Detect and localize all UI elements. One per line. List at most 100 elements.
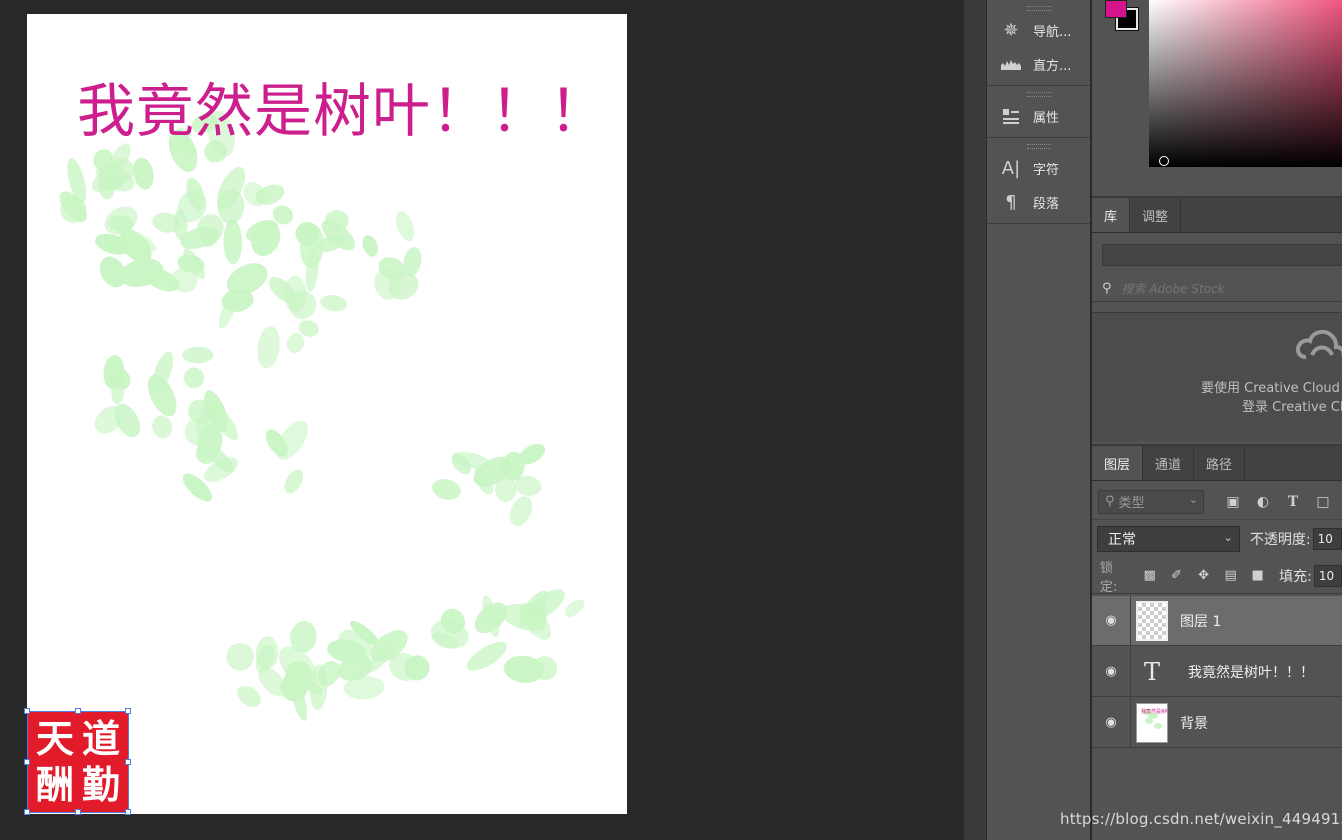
canvas-scroll-gutter (964, 0, 986, 840)
leaf-shape (223, 219, 243, 265)
panel-button-label: 字符 (1033, 162, 1060, 178)
layer-row[interactable]: ◉ 图层 1 (1092, 596, 1342, 646)
lock-pixels-brush-icon[interactable]: ✐ (1163, 568, 1190, 583)
chevron-down-icon: ⌄ (1188, 492, 1198, 506)
transform-handle[interactable] (24, 708, 30, 714)
color-panel (1092, 0, 1342, 198)
lock-label: 锁定: (1100, 560, 1118, 595)
layer-name: 背景 (1180, 715, 1208, 732)
pixel-filter-icon[interactable]: ▣ (1218, 494, 1248, 510)
panel-button-histogram[interactable]: 直方... (987, 47, 1090, 81)
panel-group-properties: 属性 (987, 86, 1090, 138)
transform-bounding-box[interactable] (27, 711, 129, 813)
search-icon: ⚲ (1102, 281, 1112, 296)
panel-button-properties[interactable]: 属性 (987, 99, 1090, 133)
libraries-body: 要使用 Creative Cloud 登录 Creative Clo (1092, 312, 1342, 441)
library-select-dropdown[interactable] (1102, 244, 1342, 266)
cc-message-line2[interactable]: 登录 Creative Clo (1242, 396, 1342, 415)
opacity-input[interactable]: 10 (1312, 528, 1342, 550)
panel-button-character[interactable]: A| 字符 (987, 151, 1090, 185)
canvas-area[interactable]: 我竟然是树叶！！！ 天 道 酬 勤 (0, 0, 964, 840)
right-panel-dock: 库 调整 ⚲ 要使用 Creative Cloud 登录 Creative Cl… (1092, 0, 1342, 840)
leaf-shape (257, 326, 280, 369)
lock-transparency-icon[interactable]: ▩ (1136, 568, 1163, 583)
panel-grip[interactable] (1026, 144, 1051, 149)
transform-handle[interactable] (125, 708, 131, 714)
document-canvas[interactable]: 我竟然是树叶！！！ (27, 14, 627, 814)
transform-handle[interactable] (75, 708, 81, 714)
color-picker-cursor[interactable] (1159, 156, 1169, 166)
text-layer-icon: T (1143, 657, 1160, 686)
tab-channels[interactable]: 通道 (1143, 446, 1195, 480)
panel-grip[interactable] (1026, 6, 1051, 11)
navigator-icon: ✵ (1003, 19, 1019, 41)
collapsed-panel-dock: ✵ 导航... 直方... 属性 A| 字符 ¶ 段落 (986, 0, 1091, 840)
blend-mode-value: 正常 (1108, 532, 1136, 548)
layer-name: 我竟然是树叶！！！ (1188, 664, 1314, 681)
transform-handle[interactable] (125, 809, 131, 815)
lock-artboard-icon[interactable]: ▤ (1217, 568, 1244, 583)
leaf-shape (226, 643, 254, 671)
panel-group-navigator: ✵ 导航... 直方... (987, 0, 1090, 86)
layer-thumbnail (1136, 600, 1168, 641)
transform-handle[interactable] (24, 809, 30, 815)
histogram-icon (999, 52, 1023, 76)
layer-row[interactable]: ◉ T 我竟然是树叶！！！ (1092, 647, 1342, 697)
leaf-shape (152, 415, 173, 439)
canvas-title-text: 我竟然是树叶！！！ (77, 77, 609, 145)
stamp-layer[interactable]: 天 道 酬 勤 (24, 708, 131, 815)
layer-kind-filter[interactable]: ⚲ 类型 ⌄ (1098, 489, 1204, 514)
panel-grip[interactable] (1026, 92, 1051, 97)
svg-text:我竟然是树叶: 我竟然是树叶 (1141, 708, 1167, 715)
character-icon: A| (1001, 157, 1021, 179)
shape-filter-icon[interactable]: □ (1308, 494, 1338, 510)
adjustment-filter-icon[interactable]: ◐ (1248, 494, 1278, 510)
paragraph-icon: ¶ (1005, 191, 1017, 213)
leaf-shape (237, 685, 261, 707)
leaf-shape (395, 211, 415, 242)
fill-input[interactable]: 10 (1313, 564, 1342, 587)
leaf-shape (432, 478, 461, 500)
blend-mode-select[interactable]: 正常 ⌄ (1097, 526, 1240, 552)
foreground-color-swatch[interactable] (1105, 0, 1127, 18)
layer-name: 图层 1 (1180, 613, 1222, 630)
layer-filter-icons: ▣ ◐ T □ (1218, 494, 1338, 510)
leaf-shape (284, 469, 304, 494)
color-picker-field[interactable] (1149, 0, 1342, 167)
tab-adjustments[interactable]: 调整 (1130, 198, 1182, 232)
transform-handle[interactable] (125, 759, 131, 765)
type-filter-icon[interactable]: T (1278, 494, 1308, 510)
transform-handle[interactable] (24, 759, 30, 765)
eye-icon[interactable]: ◉ (1092, 596, 1131, 645)
search-icon: ⚲ (1105, 494, 1115, 509)
chevron-down-icon: ⌄ (1223, 531, 1233, 544)
lock-icons: ▩ ✐ ✥ ▤ ■ (1136, 568, 1271, 583)
panel-button-label: 段落 (1033, 196, 1060, 212)
panel-button-paragraph[interactable]: ¶ 段落 (987, 185, 1090, 219)
lock-all-icon[interactable]: ■ (1244, 568, 1271, 583)
eye-icon[interactable]: ◉ (1092, 698, 1131, 747)
creative-cloud-icon (1296, 329, 1342, 359)
layer-filter-row: ⚲ 类型 ⌄ ▣ ◐ T □ (1092, 484, 1342, 520)
panel-button-navigator[interactable]: ✵ 导航... (987, 13, 1090, 47)
stock-search-input[interactable] (1119, 280, 1324, 297)
eye-icon[interactable]: ◉ (1092, 647, 1131, 696)
fill-label: 填充: (1279, 568, 1312, 585)
properties-icon (999, 104, 1023, 128)
panel-button-label: 直方... (1033, 58, 1072, 74)
leaf-shape (466, 641, 507, 671)
leaf-shape (564, 599, 585, 617)
tab-libraries[interactable]: 库 (1092, 198, 1131, 232)
watermark-url: https://blog.csdn.net/weixin_44949135 (1060, 810, 1342, 828)
tab-layers[interactable]: 图层 (1092, 446, 1144, 480)
panel-button-label: 属性 (1033, 110, 1060, 126)
tab-paths[interactable]: 路径 (1194, 446, 1246, 480)
leaf-shape (182, 346, 214, 364)
stock-search-bar: ⚲ (1092, 276, 1342, 302)
libraries-tabbar: 库 调整 (1092, 198, 1342, 233)
lock-position-move-icon[interactable]: ✥ (1190, 568, 1217, 583)
layer-row[interactable]: ◉ 我竟然是树叶 背景 (1092, 698, 1342, 748)
panel-button-label: 导航... (1033, 24, 1072, 40)
layers-tabbar: 图层 通道 路径 (1092, 446, 1342, 481)
transform-handle[interactable] (75, 809, 81, 815)
